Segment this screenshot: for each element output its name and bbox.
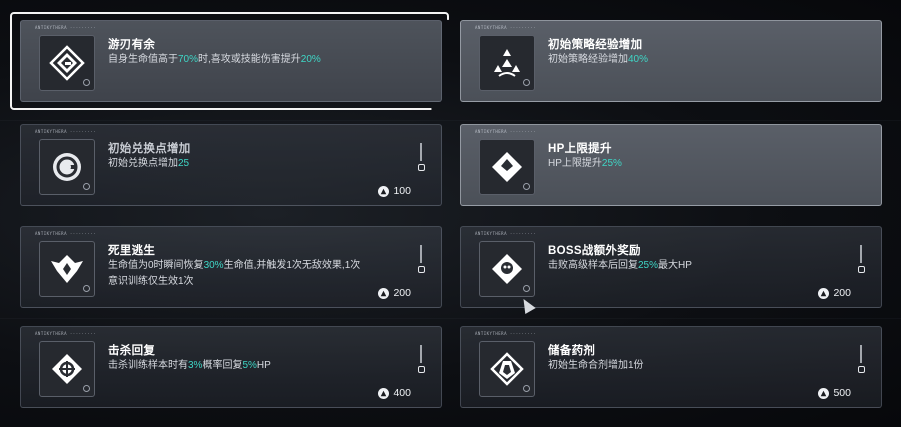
card-tag: ANTIKYTHERA ········· (475, 231, 537, 236)
card-title: 初始策略经验增加 (548, 39, 643, 51)
card-description: 击败高级样本后回复25%最大HP (548, 260, 692, 271)
card-description: HP上限提升25% (548, 158, 622, 169)
currency-icon (378, 287, 390, 299)
card-title: BOSS战额外奖励 (548, 245, 641, 257)
heart-diamond-icon (479, 139, 535, 195)
cost-label: 200 (818, 287, 851, 299)
cost-label: 500 (818, 387, 851, 399)
currency-icon (818, 287, 830, 299)
card-description: 初始兑换点增加25 (108, 158, 190, 169)
lock-icon (857, 345, 865, 391)
currency-icon (378, 387, 390, 399)
background-line (0, 120, 901, 121)
skill-card-6[interactable]: ANTIKYTHERA ········· 击杀回复 击杀训练样本时有3%概率回… (20, 326, 442, 408)
card-description: 生命值为0时瞬间恢复30%生命值,并触发1次无敌效果,1次意识训练仅生效1次 (108, 260, 361, 287)
card-tag: ANTIKYTHERA ········· (475, 25, 537, 30)
card-title: 初始兑换点增加 (108, 143, 191, 155)
skull-icon (479, 241, 535, 297)
cost-label: 100 (378, 185, 411, 197)
skill-card-4[interactable]: ANTIKYTHERA ········· 死里逃生 生命值为0时瞬间恢复30%… (20, 226, 442, 308)
card-title: 死里逃生 (108, 245, 156, 257)
cost-label: 400 (378, 387, 411, 399)
potion-icon (479, 341, 535, 397)
skill-card-3[interactable]: ANTIKYTHERA ········· HP上限提升 HP上限提升25% (460, 124, 882, 206)
cost-label: 200 (378, 287, 411, 299)
card-tag: ANTIKYTHERA ········· (35, 231, 97, 236)
skill-card-1[interactable]: ANTIKYTHERA ········· 初始策略经验增加 初始策略经验增加4… (460, 20, 882, 102)
card-tag: ANTIKYTHERA ········· (35, 331, 97, 336)
lock-icon (417, 245, 425, 291)
triangle-nodes-icon (479, 35, 535, 91)
card-title: 储备药剂 (548, 345, 596, 357)
card-tag: ANTIKYTHERA ········· (35, 129, 97, 134)
card-tag: ANTIKYTHERA ········· (475, 129, 537, 134)
target-diamond-icon (39, 341, 95, 397)
background-line (0, 318, 901, 319)
phoenix-icon (39, 241, 95, 297)
skill-card-5[interactable]: ANTIKYTHERA ········· BOSS战额外奖励 击败高级样本后回… (460, 226, 882, 308)
lock-icon (417, 143, 425, 189)
card-title: 击杀回复 (108, 345, 156, 357)
lock-icon (857, 245, 865, 291)
currency-icon (378, 185, 390, 197)
card-description: 击杀训练样本时有3%概率回复5%HP (108, 360, 271, 371)
currency-icon (818, 387, 830, 399)
card-title: HP上限提升 (548, 143, 612, 155)
skill-card-2[interactable]: ANTIKYTHERA ········· 初始兑换点增加 初始兑换点增加25 … (20, 124, 442, 206)
card-description: 初始策略经验增加40% (548, 54, 649, 65)
coin-g-icon (39, 139, 95, 195)
selection-frame (10, 12, 449, 110)
skill-card-7[interactable]: ANTIKYTHERA ········· 储备药剂 初始生命合剂增加1份 50… (460, 326, 882, 408)
card-tag: ANTIKYTHERA ········· (475, 331, 537, 336)
card-description: 初始生命合剂增加1份 (548, 360, 644, 371)
lock-icon (417, 345, 425, 391)
